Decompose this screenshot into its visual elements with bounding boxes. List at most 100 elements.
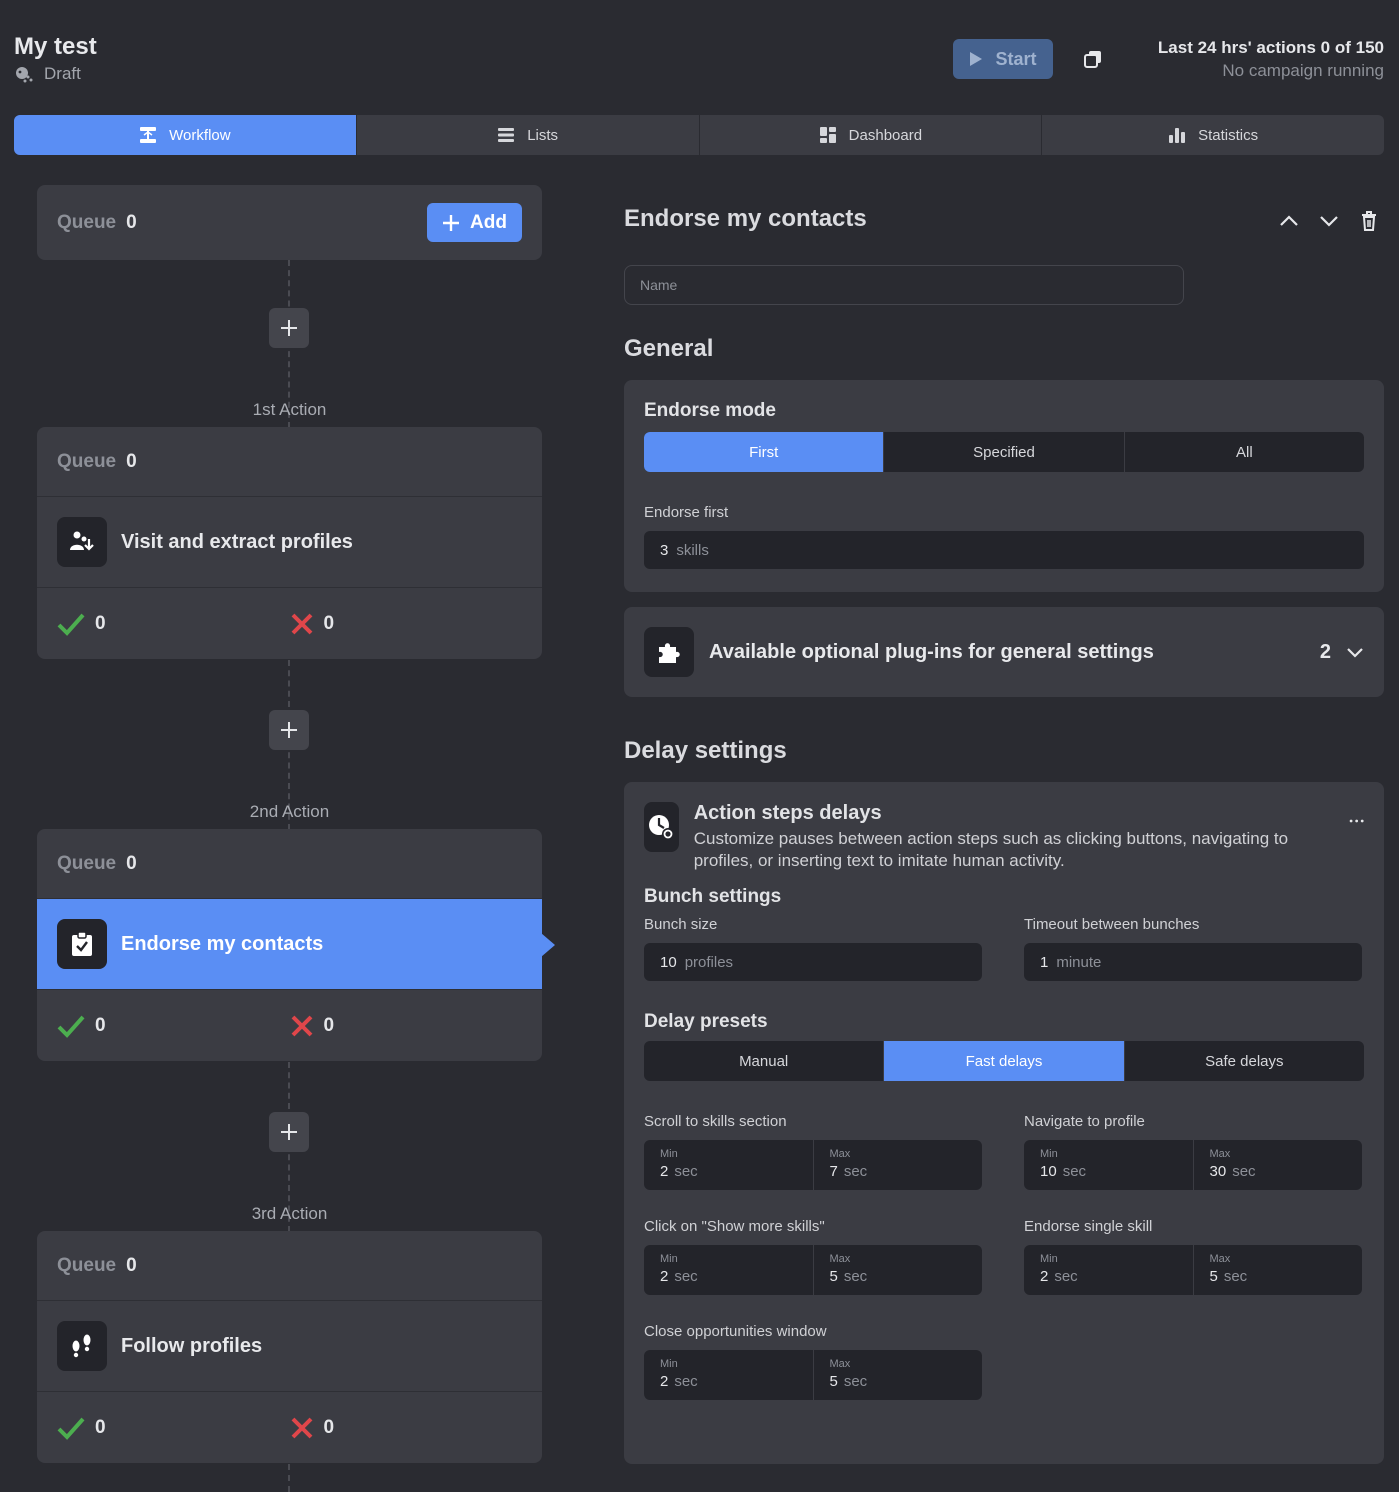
min-field[interactable]: Min 10 sec bbox=[1024, 1140, 1194, 1190]
timeout-field[interactable]: 1 minute bbox=[1024, 943, 1362, 981]
endorse-first-unit: skills bbox=[676, 541, 709, 559]
bunch-size-field[interactable]: 10 profiles bbox=[644, 943, 982, 981]
plugins-count: 2 bbox=[1319, 640, 1331, 663]
success-stat: 0 bbox=[57, 1014, 290, 1038]
tab-lists[interactable]: Lists bbox=[357, 115, 700, 155]
delay-settings-heading: Delay settings bbox=[624, 737, 787, 764]
status-text: Draft bbox=[44, 64, 81, 83]
duplicate-icon[interactable] bbox=[1083, 49, 1103, 69]
action-card[interactable]: Queue 0 Follow profiles 0 0 bbox=[37, 1231, 542, 1463]
tab-dashboard[interactable]: Dashboard bbox=[700, 115, 1043, 155]
bar-chart-icon bbox=[1169, 128, 1186, 143]
insert-action-button[interactable] bbox=[269, 1112, 309, 1152]
min-field[interactable]: Min 2 sec bbox=[644, 1350, 814, 1400]
endorse-first-field[interactable]: 3 skills bbox=[644, 531, 1364, 569]
add-button[interactable]: Add bbox=[427, 203, 522, 242]
action-name: Visit and extract profiles bbox=[121, 530, 353, 553]
max-value: 5 bbox=[829, 1373, 838, 1390]
insert-action-button[interactable] bbox=[269, 710, 309, 750]
start-button[interactable]: Start bbox=[953, 39, 1053, 79]
action-row[interactable]: Visit and extract profiles bbox=[37, 497, 542, 588]
sec-unit: sec bbox=[1062, 1163, 1087, 1180]
stats-row: 0 0 bbox=[37, 588, 542, 659]
name-input[interactable] bbox=[624, 265, 1184, 305]
max-field[interactable]: Max 7 sec bbox=[814, 1140, 983, 1190]
chevron-down-icon[interactable] bbox=[1346, 645, 1364, 659]
endorse-first-label: Endorse first bbox=[644, 504, 729, 521]
min-field[interactable]: Min 2 sec bbox=[644, 1140, 814, 1190]
preset-fast-delays[interactable]: Fast delays bbox=[884, 1041, 1125, 1081]
add-label: Add bbox=[470, 211, 507, 233]
insert-action-button[interactable] bbox=[269, 308, 309, 348]
sec-unit: sec bbox=[843, 1268, 868, 1285]
delay-range: Min 2 sec Max 7 sec bbox=[644, 1140, 982, 1190]
check-icon bbox=[57, 1417, 85, 1440]
quota-text: Last 24 hrs' actions 0 of 150 bbox=[1157, 38, 1384, 57]
list-icon bbox=[498, 128, 515, 142]
delay-endorse-skill: Endorse single skill Min 2 sec Max 5 sec bbox=[1024, 1218, 1362, 1295]
endorse-mode-all[interactable]: All bbox=[1125, 432, 1364, 472]
puzzle-icon bbox=[644, 627, 694, 677]
endorse-mode-first[interactable]: First bbox=[644, 432, 885, 472]
success-count: 0 bbox=[95, 1416, 106, 1438]
tab-label: Lists bbox=[527, 126, 559, 144]
plus-icon bbox=[281, 722, 297, 738]
chevron-up-icon[interactable] bbox=[1278, 210, 1300, 232]
min-field[interactable]: Min 2 sec bbox=[644, 1245, 814, 1295]
initial-queue-card: Queue 0 Add bbox=[37, 185, 542, 260]
max-field[interactable]: Max 5 sec bbox=[1194, 1245, 1363, 1295]
action-row[interactable]: Endorse my contacts bbox=[37, 899, 542, 990]
more-options-icon[interactable] bbox=[1349, 818, 1364, 824]
tab-workflow[interactable]: Workflow bbox=[14, 115, 357, 155]
page-title: My test bbox=[14, 33, 97, 60]
bunch-size-label: Bunch size bbox=[644, 916, 718, 933]
delay-presets-selector: Manual Fast delays Safe delays bbox=[644, 1041, 1364, 1081]
chevron-down-icon[interactable] bbox=[1318, 210, 1340, 232]
max-field[interactable]: Max 30 sec bbox=[1194, 1140, 1363, 1190]
success-stat: 0 bbox=[57, 612, 290, 636]
sec-unit: sec bbox=[1054, 1268, 1078, 1285]
queue-row: Queue 0 Add bbox=[37, 185, 542, 260]
action-row[interactable]: Follow profiles bbox=[37, 1301, 542, 1392]
bunch-size-value: 10 bbox=[660, 953, 677, 971]
actions-quota: Last 24 hrs' actions 0 of 150 No campaig… bbox=[1158, 38, 1384, 81]
stats-row: 0 0 bbox=[37, 990, 542, 1061]
campaign-running-status: No campaign running bbox=[1222, 61, 1384, 80]
success-count: 0 bbox=[95, 1014, 106, 1036]
sec-unit: sec bbox=[1223, 1268, 1248, 1285]
sec-unit: sec bbox=[1232, 1163, 1256, 1180]
preset-manual[interactable]: Manual bbox=[644, 1041, 885, 1081]
sec-unit: sec bbox=[674, 1163, 698, 1180]
plugins-panel[interactable]: Available optional plug-ins for general … bbox=[624, 607, 1384, 697]
max-label: Max bbox=[1209, 1253, 1231, 1265]
preset-safe-delays[interactable]: Safe delays bbox=[1125, 1041, 1364, 1081]
endorse-mode-heading: Endorse mode bbox=[644, 400, 776, 421]
action-card[interactable]: Queue 0 Endorse my contacts 0 0 bbox=[37, 829, 542, 1061]
workflow-icon bbox=[140, 127, 157, 143]
delay-presets-heading: Delay presets bbox=[644, 1011, 768, 1032]
max-label: Max bbox=[829, 1358, 851, 1370]
endorse-mode-specified[interactable]: Specified bbox=[884, 432, 1125, 472]
queue-row: Queue 0 bbox=[37, 1231, 542, 1301]
action-card[interactable]: Queue 0 Visit and extract profiles 0 0 bbox=[37, 427, 542, 659]
min-label: Min bbox=[1040, 1148, 1058, 1160]
campaign-status: Draft bbox=[14, 64, 81, 84]
min-field[interactable]: Min 2 sec bbox=[1024, 1245, 1194, 1295]
cross-icon bbox=[291, 1015, 312, 1036]
sec-unit: sec bbox=[674, 1268, 698, 1285]
min-value: 2 bbox=[660, 1268, 669, 1285]
max-value: 5 bbox=[829, 1268, 838, 1285]
max-field[interactable]: Max 5 sec bbox=[814, 1245, 983, 1295]
queue-label: Queue bbox=[57, 211, 117, 233]
max-value: 7 bbox=[829, 1163, 838, 1180]
plus-icon bbox=[281, 1124, 297, 1140]
plus-icon bbox=[281, 320, 297, 336]
queue-row: Queue 0 bbox=[37, 829, 542, 899]
max-field[interactable]: Max 5 sec bbox=[814, 1350, 983, 1400]
tab-statistics[interactable]: Statistics bbox=[1042, 115, 1384, 155]
main-tabs: Workflow Lists Dashboard Statistics bbox=[14, 115, 1384, 155]
trash-icon[interactable] bbox=[1359, 210, 1379, 232]
plugins-label: Available optional plug-ins for general … bbox=[709, 640, 1154, 663]
action-step-label: 1st Action bbox=[252, 400, 327, 419]
min-label: Min bbox=[660, 1358, 678, 1370]
